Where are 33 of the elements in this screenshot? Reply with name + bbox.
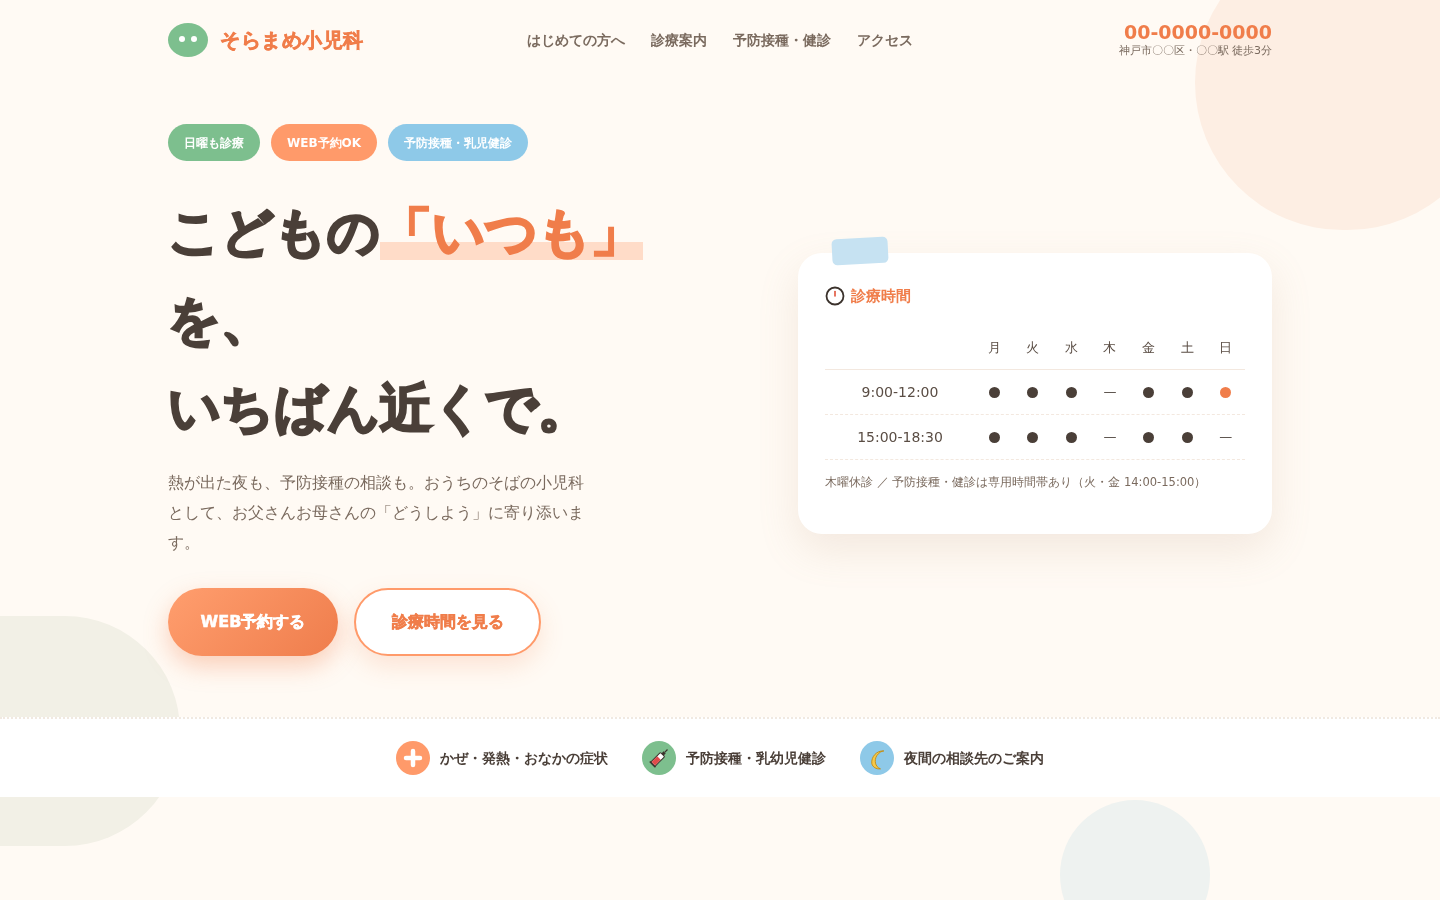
weekday-header: 土 [1180, 338, 1194, 357]
closed-dash: — [1219, 428, 1233, 447]
weekday-header: 日 [1219, 338, 1233, 357]
feature-tag: 日曜も診療 [168, 124, 260, 161]
hours-note: 木曜休診 ／ 予防接種・健診は専用時間帯あり（火・金 14:00-15:00） [825, 474, 1208, 490]
hero-description: 熱が出た夜も、予防接種の相談も。おうちのそばの小児科として、お父さんお母さんの「どうしよう」に寄り添います。 [168, 472, 585, 554]
weekday-header: 水 [1064, 338, 1078, 357]
nav-link[interactable]: 予防接種・健診 [733, 29, 831, 51]
nav-link[interactable]: 診療案内 [651, 29, 707, 51]
closed-dash: — [1103, 428, 1117, 447]
weekday-header: 月 [987, 338, 1001, 357]
feature-tag: WEB予約OK [271, 124, 378, 161]
tape-strip [831, 236, 889, 266]
weekday-header: 火 [1026, 338, 1040, 357]
card-title: 診療時間 [851, 285, 911, 307]
phone-number[interactable]: 00-0000-0000 [1124, 21, 1272, 43]
clock-icon [825, 286, 845, 306]
quick-link[interactable]: 予防接種・乳幼児健診 [642, 741, 826, 775]
time-range: 15:00-18:30 [857, 427, 943, 447]
view-hours-button[interactable]: 診療時間を見る [354, 588, 541, 656]
weekday-header: 金 [1142, 338, 1156, 357]
nav-link[interactable]: はじめての方へ [527, 29, 625, 51]
logo-icon [168, 23, 208, 57]
hero-heading: こどもの「いつも」 を、 いちばん近くで。 [168, 201, 644, 440]
quick-link[interactable]: かぜ・発熱・おなかの症状 [396, 741, 608, 775]
quick-link[interactable]: 夜間の相談先のご案内 [860, 741, 1044, 775]
clinic-address: 神戸市〇〇区・〇〇駅 徒歩3分 [1118, 43, 1272, 59]
weekday-header: 木 [1103, 338, 1117, 357]
nav-link[interactable]: アクセス [857, 29, 913, 51]
feature-tag: 予防接種・乳児健診 [388, 124, 529, 161]
closed-dash: — [1103, 383, 1117, 402]
time-range: 9:00-12:00 [861, 382, 939, 402]
clinic-logo-text[interactable]: そらまめ小児科 [220, 25, 364, 55]
